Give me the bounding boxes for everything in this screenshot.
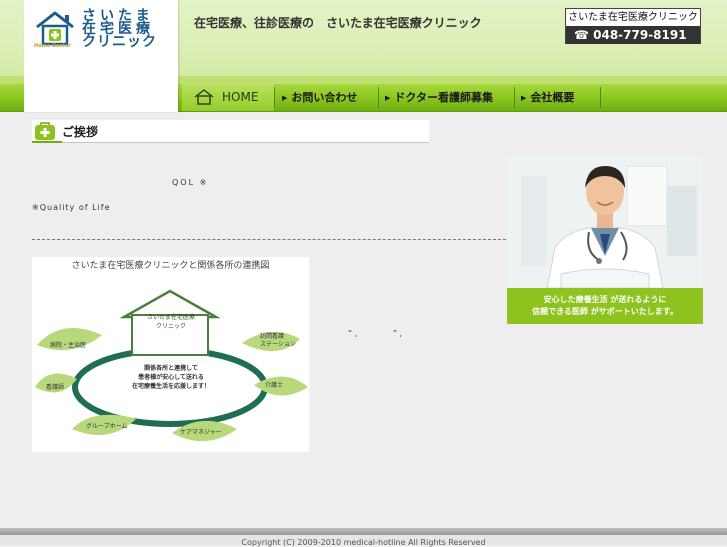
medical-bag-icon — [35, 122, 55, 140]
doctor-photo: 安心した療養生活 が送れるように 信頼できる医師 がサポートいたします。 — [507, 156, 703, 324]
cooperation-diagram: さいたま在宅医療クリニックと関係各所の連携図 さいたま在宅医療 クリニック 関係… — [32, 257, 309, 452]
triangle-right-icon: ▶ — [282, 94, 288, 102]
nav-recruit[interactable]: ▶ ドクター看護師募集 — [385, 84, 493, 111]
doctor-illustration — [507, 156, 703, 289]
quote-marks: “ , ” , — [348, 329, 405, 338]
phone-number: 048-779-8191 — [593, 28, 687, 42]
nav-recruit-label: ドクター看護師募集 — [394, 91, 493, 104]
diagram-center-label: さいたま在宅医療 クリニック — [136, 313, 206, 331]
home-icon — [194, 89, 214, 105]
diagram-leaf-visiting-nursing: 訪問看護 ステーション — [260, 333, 296, 348]
copyright: Copyright (C) 2009-2010 medical-hotline … — [241, 538, 486, 547]
diagram-core-message: 関係各所と連携して 患者様が安心して送れる 在宅療養生活を応援します！ — [106, 364, 236, 391]
diagram-leaf-care-manager: ケアマネジャー — [180, 429, 222, 436]
nav-divider — [378, 87, 379, 108]
diagram-center-line-1: さいたま在宅医療 — [147, 314, 195, 321]
logo-subtitle: Home Doctor — [34, 43, 71, 49]
contact-phone-box[interactable]: さいたま在宅医療クリニック ☎ 048-779-8191 — [565, 8, 701, 44]
doctor-caption-line-1: 安心した療養生活 が送れるように — [543, 295, 667, 304]
nav-company-label: 会社概要 — [530, 91, 575, 104]
triangle-right-icon: ▶ — [385, 94, 391, 102]
nav-contact[interactable]: ▶ お問い合わせ — [282, 84, 357, 111]
diagram-leaf-group-home: グループホーム — [86, 423, 128, 430]
triangle-right-icon: ▶ — [521, 94, 527, 102]
content-divider — [32, 239, 506, 240]
nav-divider — [514, 87, 515, 108]
section-header: ご挨拶 — [32, 120, 429, 143]
doctor-caption-line-2: 信頼できる医師 がサポートいたします。 — [532, 307, 678, 316]
nav-home-label: HOME — [222, 90, 259, 104]
qol-text: QOL ※ — [172, 178, 209, 187]
nav-home[interactable]: HOME — [182, 84, 274, 111]
site-logo[interactable]: Home Doctor さいたま 在宅医療 クリニック — [24, 0, 178, 112]
nav-company[interactable]: ▶ 会社概要 — [521, 84, 574, 111]
logo-text: さいたま 在宅医療 クリニック — [82, 9, 174, 50]
doctor-caption: 安心した療養生活 が送れるように 信頼できる医師 がサポートいたします。 — [507, 288, 703, 324]
diagram-leaf-hospital: 病院・主治医 — [50, 342, 87, 349]
house-logo-icon — [36, 11, 74, 46]
nav-contact-label: お問い合わせ — [291, 91, 358, 104]
logo-line-3: クリニック — [82, 34, 157, 50]
section-title: ご挨拶 — [62, 125, 99, 139]
diagram-core-line-3: 在宅療養生活を応援します！ — [131, 383, 210, 390]
nav-divider — [600, 87, 601, 108]
diagram-leaf-care-worker: 介護士 — [265, 382, 284, 389]
nav-divider — [274, 87, 275, 108]
diagram-center-line-2: クリニック — [155, 323, 186, 330]
diagram-graphic — [35, 289, 308, 442]
site-tagline: 在宅医療、往診医療の さいたま在宅医療クリニック — [194, 16, 482, 30]
phone-number-bar[interactable]: ☎ 048-779-8191 — [566, 26, 700, 44]
diagram-core-line-2: 患者様が安心して送れる — [138, 374, 204, 381]
phone-icon: ☎ — [574, 28, 594, 42]
diagram-core-line-1: 関係各所と連携して — [144, 365, 198, 372]
phone-box-clinic-name: さいたま在宅医療クリニック — [568, 12, 698, 23]
qol-note: ※Quality of Life — [32, 203, 111, 212]
diagram-leaf-nurse: 看護師 — [46, 384, 65, 391]
